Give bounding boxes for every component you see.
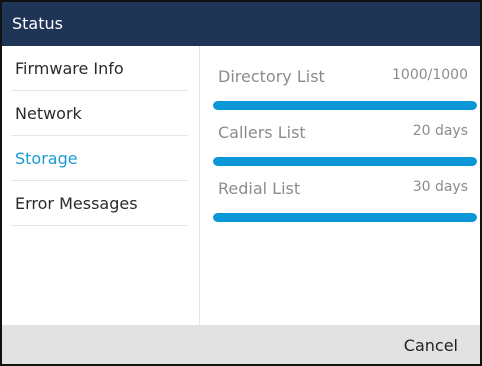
sidebar-item-firmware-info[interactable]: Firmware Info xyxy=(11,46,188,91)
phone-screen: Status Firmware Info Network Storage Err… xyxy=(0,0,482,366)
storage-value: 1000/1000 xyxy=(392,67,468,83)
sidebar-item-network[interactable]: Network xyxy=(11,91,188,136)
progress-fill xyxy=(213,213,477,222)
storage-value: 20 days xyxy=(412,123,468,139)
storage-row-callers-list: Callers List 20 days xyxy=(208,113,478,169)
sidebar-item-error-messages[interactable]: Error Messages xyxy=(11,181,188,226)
page-title: Status xyxy=(2,2,480,46)
progress-fill xyxy=(213,157,477,166)
storage-value: 30 days xyxy=(412,179,468,195)
storage-label: Directory List xyxy=(218,67,325,86)
storage-label: Redial List xyxy=(218,179,301,198)
progress-track xyxy=(213,101,477,110)
sidebar-item-storage[interactable]: Storage xyxy=(11,136,188,181)
progress-track xyxy=(213,157,477,166)
progress-fill xyxy=(213,101,477,110)
storage-row-redial-list: Redial List 30 days xyxy=(208,169,478,225)
cancel-button[interactable]: Cancel xyxy=(404,325,458,364)
storage-row-directory-list: Directory List 1000/1000 xyxy=(208,57,478,113)
storage-label: Callers List xyxy=(218,123,306,142)
progress-track xyxy=(213,213,477,222)
sidebar: Firmware Info Network Storage Error Mess… xyxy=(2,46,200,325)
softkey-bar: Cancel xyxy=(2,325,480,364)
